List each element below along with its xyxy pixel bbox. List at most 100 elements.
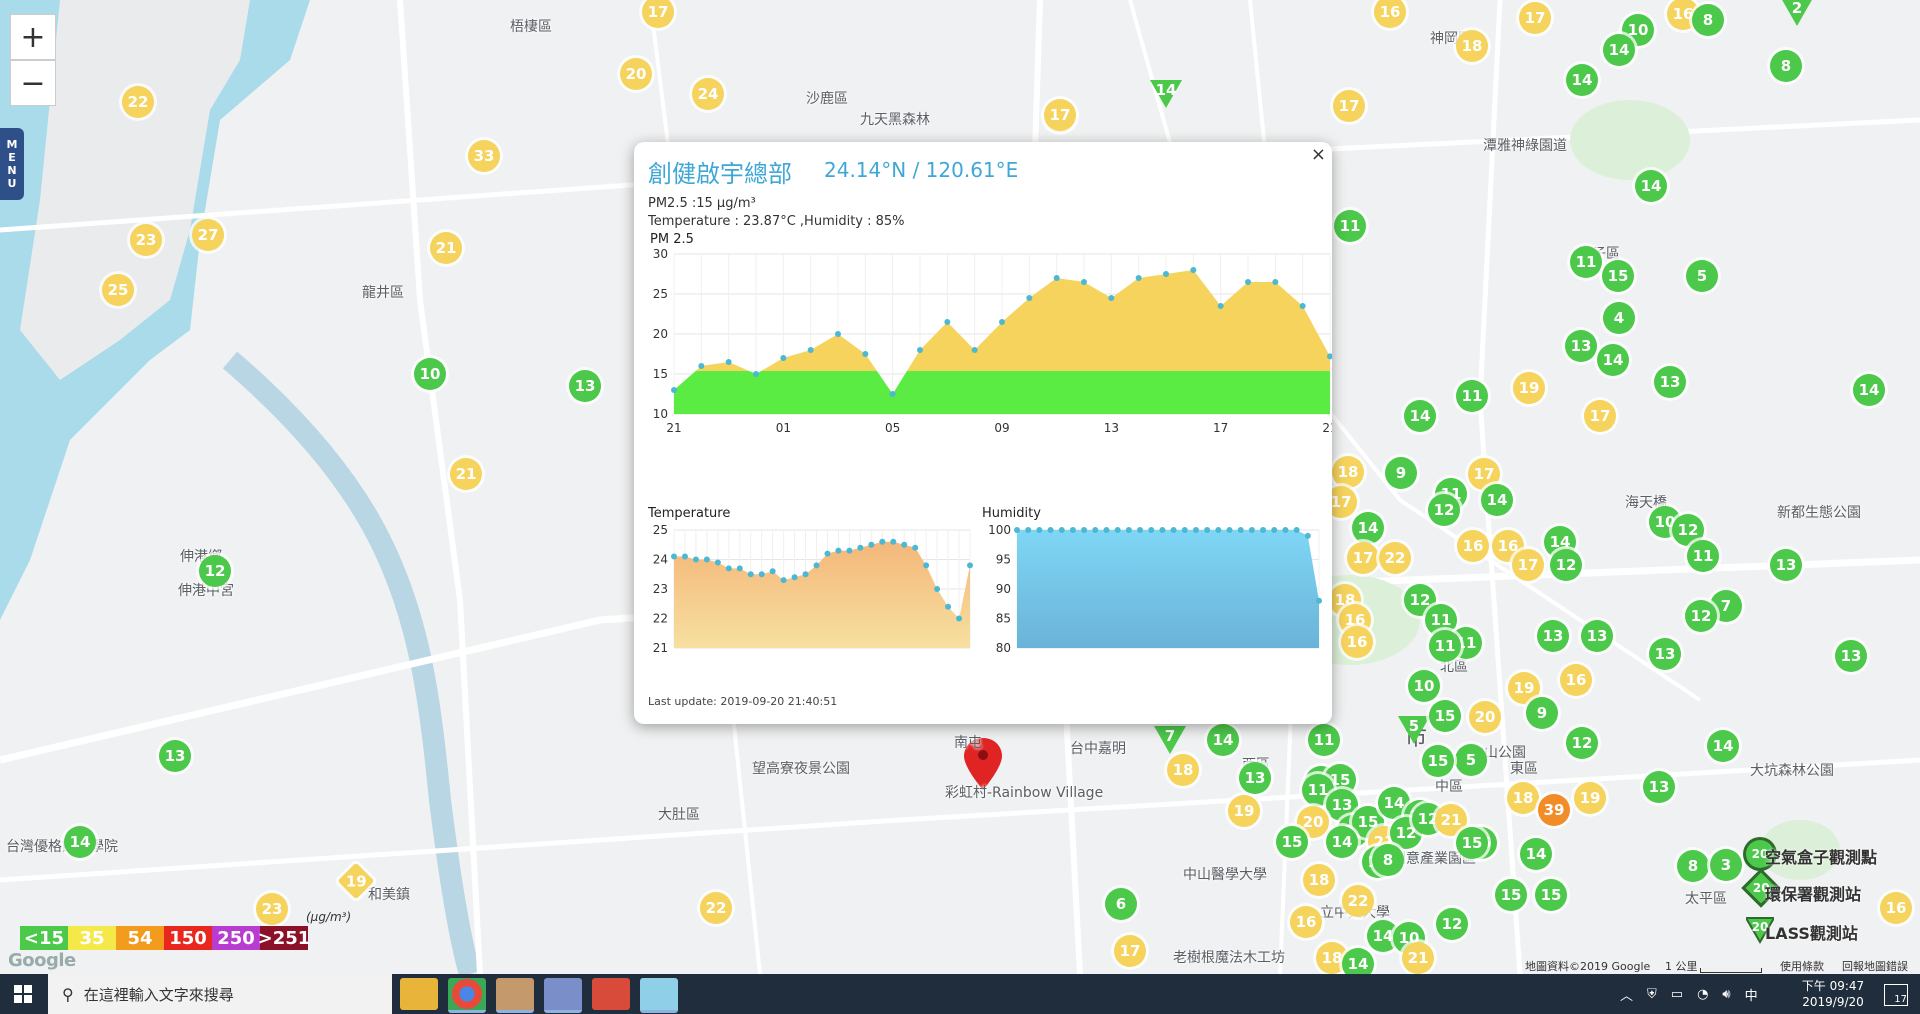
sensor-marker[interactable]: 22: [700, 892, 732, 924]
sensor-marker[interactable]: 13: [1239, 762, 1271, 794]
sensor-marker[interactable]: 11: [1308, 724, 1340, 756]
sensor-marker[interactable]: 12: [199, 555, 231, 587]
graphics-app-icon[interactable]: [544, 978, 582, 1013]
sensor-marker[interactable]: 33: [468, 140, 500, 172]
sensor-marker[interactable]: 20: [620, 58, 652, 90]
sensor-marker[interactable]: 5: [1455, 744, 1487, 776]
sensor-marker[interactable]: 15: [1422, 745, 1454, 777]
sensor-marker[interactable]: 15: [1495, 879, 1527, 911]
sensor-marker[interactable]: 17: [1519, 2, 1551, 34]
sensor-marker[interactable]: 13: [1537, 620, 1569, 652]
network-icon[interactable]: ◔: [1697, 987, 1708, 1002]
sensor-marker[interactable]: 14: [1326, 826, 1358, 858]
sensor-marker[interactable]: 9: [1526, 697, 1558, 729]
sensor-marker[interactable]: 22: [1379, 542, 1411, 574]
sensor-marker[interactable]: 10: [1408, 670, 1440, 702]
sensor-marker[interactable]: 13: [1643, 771, 1675, 803]
report-error-link[interactable]: 回報地圖錯誤: [1842, 958, 1908, 974]
sensor-marker[interactable]: 15: [1429, 700, 1461, 732]
sensor-marker[interactable]: 9: [1385, 457, 1417, 489]
sensor-marker[interactable]: 8: [1677, 850, 1709, 882]
sensor-marker[interactable]: 13: [1649, 638, 1681, 670]
zoom-in-button[interactable]: +: [10, 14, 56, 60]
sensor-marker[interactable]: 18: [1303, 864, 1335, 896]
sensor-marker[interactable]: 17: [1044, 99, 1076, 131]
sensor-marker[interactable]: 14: [1566, 64, 1598, 96]
sensor-marker[interactable]: 16: [1457, 530, 1489, 562]
sensor-marker[interactable]: 7: [1154, 724, 1186, 756]
sensor-marker[interactable]: 14: [1597, 344, 1629, 376]
security-icon[interactable]: ⛨: [1647, 987, 1657, 1002]
windows-start-icon[interactable]: [14, 985, 32, 1003]
paint-app-icon[interactable]: [496, 978, 534, 1013]
sensor-marker[interactable]: 19: [1574, 782, 1606, 814]
sensor-marker[interactable]: 2: [1781, 0, 1813, 28]
sensor-marker[interactable]: 8: [1372, 844, 1404, 876]
chevron-up-icon[interactable]: ︿: [1620, 985, 1633, 1004]
sensor-marker[interactable]: 24: [692, 78, 724, 110]
sensor-marker[interactable]: 18: [1332, 456, 1364, 488]
sensor-marker[interactable]: 12: [1566, 727, 1598, 759]
notification-icon[interactable]: 17: [1884, 984, 1908, 1006]
sensor-marker[interactable]: 8: [1770, 50, 1802, 82]
ime-indicator[interactable]: 中: [1745, 985, 1758, 1004]
sensor-marker[interactable]: 10: [414, 358, 446, 390]
sensor-marker[interactable]: 3: [1710, 849, 1742, 881]
taskbar-search[interactable]: ⚲ 在這裡輸入文字來搜尋: [48, 974, 392, 1014]
sensor-marker[interactable]: 39: [1538, 794, 1570, 826]
sensor-marker[interactable]: 14: [1352, 512, 1384, 544]
terms-link[interactable]: 使用條款: [1780, 958, 1824, 974]
sensor-marker[interactable]: 16: [1880, 892, 1912, 924]
sensor-marker[interactable]: 11: [1429, 630, 1461, 662]
sensor-marker[interactable]: 17: [1114, 935, 1146, 967]
chrome-icon[interactable]: [448, 978, 486, 1013]
sensor-marker[interactable]: 14: [1404, 400, 1436, 432]
sensor-marker[interactable]: 27: [192, 219, 224, 251]
sensor-marker[interactable]: 5: [1398, 714, 1430, 746]
sensor-marker[interactable]: 25: [102, 274, 134, 306]
menu-tab[interactable]: M E N U: [0, 128, 24, 200]
sensor-marker[interactable]: 17: [1584, 400, 1616, 432]
sensor-marker[interactable]: 13: [569, 370, 601, 402]
sensor-marker[interactable]: 21: [450, 458, 482, 490]
sensor-marker[interactable]: 13: [159, 740, 191, 772]
sensor-marker[interactable]: 16: [1341, 626, 1373, 658]
sensor-marker[interactable]: 14: [1481, 484, 1513, 516]
sensor-marker[interactable]: 18: [1507, 782, 1539, 814]
sensor-marker[interactable]: 14: [1342, 948, 1374, 974]
sketchup-icon[interactable]: [592, 978, 630, 1010]
sensor-marker[interactable]: 19: [1228, 795, 1260, 827]
sensor-marker[interactable]: 12: [1685, 600, 1717, 632]
sensor-marker[interactable]: 14: [1603, 34, 1635, 66]
sensor-marker[interactable]: 12: [1428, 494, 1460, 526]
sensor-marker[interactable]: 15: [1276, 826, 1308, 858]
sensor-marker[interactable]: 13: [1654, 366, 1686, 398]
sensor-marker[interactable]: 18: [1456, 30, 1488, 62]
sensor-marker[interactable]: 20: [1469, 701, 1501, 733]
sensor-marker[interactable]: 13: [1565, 330, 1597, 362]
sensor-marker[interactable]: 22: [122, 86, 154, 118]
sensor-marker[interactable]: 8: [1692, 4, 1724, 36]
file-explorer-icon[interactable]: [400, 978, 438, 1010]
sensor-marker[interactable]: 23: [130, 224, 162, 256]
sensor-marker[interactable]: 16: [1560, 664, 1592, 696]
sensor-marker[interactable]: 14: [1150, 78, 1182, 110]
sensor-marker[interactable]: 15: [1456, 827, 1488, 859]
zoom-out-button[interactable]: −: [10, 60, 56, 106]
sensor-marker[interactable]: 11: [1570, 246, 1602, 278]
sensor-marker[interactable]: 14: [1853, 374, 1885, 406]
sensor-marker[interactable]: 18: [1167, 754, 1199, 786]
sensor-marker[interactable]: 14: [1207, 724, 1239, 756]
volume-icon[interactable]: 🔊︎: [1722, 987, 1730, 1002]
sensor-marker[interactable]: 11: [1687, 540, 1719, 572]
sensor-marker[interactable]: 17: [1347, 542, 1379, 574]
sensor-marker[interactable]: 21: [430, 232, 462, 264]
close-icon[interactable]: ×: [1311, 144, 1326, 165]
sensor-marker[interactable]: 14: [1520, 838, 1552, 870]
sensor-marker[interactable]: 4: [1603, 302, 1635, 334]
sensor-marker[interactable]: 17: [1333, 90, 1365, 122]
sensor-marker[interactable]: 12: [1436, 908, 1468, 940]
sensor-marker[interactable]: 21: [1402, 942, 1434, 974]
sensor-marker[interactable]: 19: [1513, 372, 1545, 404]
sensor-marker[interactable]: 5: [1686, 260, 1718, 292]
